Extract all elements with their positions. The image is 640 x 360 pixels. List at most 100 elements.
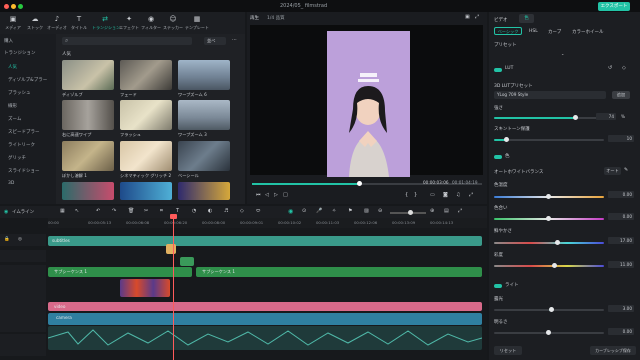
sidebar-item-brush[interactable]: ブラッシュ [8,90,31,96]
audio-mix-icon[interactable]: ♬ [224,208,228,214]
track-head-video[interactable] [0,300,46,312]
sidebar-item-3d[interactable]: 3D [8,181,14,186]
display-icon[interactable]: ▭ [430,192,435,198]
track-head-sequence[interactable] [0,265,46,279]
time-ruler[interactable]: 00:00 00:00:05:13 00:00:06:08 00:00:06:2… [48,218,487,228]
vibrance-slider[interactable] [494,242,604,244]
tool-sticker[interactable]: ☺ ステッカー [162,14,184,34]
light-toggle[interactable] [494,284,502,288]
more-icon[interactable]: ⋯ [232,37,237,43]
transition-thumb-warp-zoom-3[interactable] [178,100,230,130]
tab-video[interactable]: ビデオ [494,17,508,23]
vibrance-knob[interactable] [555,240,560,245]
brightness-knob[interactable] [546,330,551,335]
expand-icon[interactable]: ⤢ [475,14,479,20]
video-clip[interactable] [48,302,482,311]
sidebar-item-dissolve[interactable]: ディゾルブ&ブラー [8,77,47,83]
sequence-clip-2[interactable] [196,267,482,277]
image-icon[interactable]: ▨ [364,208,369,214]
eye-icon[interactable]: ◎ [18,237,22,242]
crop-icon[interactable]: ⌗ [160,208,163,214]
sidebar-item-speed-blur[interactable]: スピードブラー [8,129,40,135]
playhead[interactable] [173,216,174,360]
sidebar-item-popular[interactable]: 人気 [8,64,17,70]
lut-add-button[interactable]: 追加 [612,91,630,99]
camera-clip[interactable] [48,313,482,325]
layout-icon[interactable]: ▤ [444,208,449,214]
sidebar-item-glitch[interactable]: グリッチ [8,155,26,161]
transition-thumb-row4-c[interactable] [178,182,230,200]
camera-icon[interactable]: ◙ [443,192,448,198]
track-head-audio-fx[interactable] [0,278,46,300]
transition-thumb-fast-wipe[interactable] [62,100,114,130]
transition-thumb-cinematic-glitch[interactable] [120,141,172,171]
exposure-value[interactable]: 3.00 [608,305,634,312]
speed-icon[interactable]: ◔ [192,208,196,214]
tint-knob[interactable] [546,216,551,221]
subtab-hsl[interactable]: HSL [529,29,538,34]
fullscreen-icon[interactable]: ⤢ [469,192,473,198]
fit-icon[interactable]: ⤢ [458,208,462,214]
rewind-icon[interactable]: ◁ [265,192,269,198]
keyframe-icon[interactable]: ◇ [622,65,626,71]
exposure-knob[interactable] [549,307,554,312]
sidebar-item-light-leak[interactable]: ライトリーク [8,142,35,148]
subtab-basic[interactable]: ベーシック [494,27,522,35]
reset-button[interactable]: リセット [494,346,522,355]
render-icon[interactable]: ◉ [288,208,293,215]
keyframe-tool-icon[interactable]: ◇ [240,208,244,214]
zoom-in-icon[interactable]: ⊕ [430,208,434,214]
transition-thumb-fade[interactable] [120,60,172,90]
lut-toggle[interactable] [494,68,502,72]
tool-transition[interactable]: ⇄ トランジション [92,14,120,34]
tool-media[interactable]: ▣ メディア [2,14,24,34]
tool-stock[interactable]: ☁ ストック [24,14,46,34]
color-match-icon[interactable]: ◐ [208,208,212,214]
zoom-slider[interactable] [390,210,426,215]
preview-tab[interactable]: 再生 [250,15,259,21]
tool-template[interactable]: ▦ テンプレート [184,14,210,34]
brightness-value[interactable]: 0.00 [608,328,634,335]
lut-select[interactable]: YLog 709 Style [494,91,606,99]
tool-audio[interactable]: ♪ オーディオ [46,14,68,34]
mask-icon[interactable]: ⬭ [256,208,260,214]
sort-dropdown[interactable]: 並べ [204,37,226,45]
temperature-knob[interactable] [546,194,551,199]
tab-color[interactable]: 色 [519,14,534,23]
prev-frame-icon[interactable]: ⏮ [256,192,261,198]
subtitles-clip[interactable] [48,236,482,246]
sidebar-item-slideshow[interactable]: スライドショー [8,168,40,174]
snap-icon[interactable]: ⊙ [302,208,306,214]
temperature-value[interactable]: 0.00 [608,191,634,198]
tool-effect[interactable]: ✦ エフェクト [118,14,140,34]
transition-thumb-warp-zoom-6[interactable] [178,60,230,90]
transition-thumb-dissolve[interactable] [62,60,114,90]
track-head-camera[interactable] [0,312,46,332]
mark-in-icon[interactable]: { [405,192,408,198]
sidebar-item-purchased[interactable]: 購入 [4,38,13,44]
saturation-value[interactable]: 11.00 [608,261,634,268]
auto-white-balance-button[interactable]: オート [604,167,621,175]
eyedropper-icon[interactable]: ✎ [624,167,628,173]
tint-value[interactable]: 0.00 [608,213,634,220]
timeline-tab-icon[interactable]: ◉ [4,209,8,215]
minimize-window-button[interactable] [11,4,16,9]
redo-icon[interactable]: ↷ [112,208,116,214]
saturation-slider[interactable] [494,265,604,267]
volume-icon[interactable]: ♫ [456,192,460,198]
undo-icon[interactable]: ↶ [96,208,100,214]
play-icon[interactable]: ▷ [274,192,278,198]
strength-value[interactable]: 74 [596,113,616,120]
transition-thumb-blur-dissolve[interactable] [62,141,114,171]
track-head-subtitles[interactable]: 🔒 ◎ [0,234,46,246]
select-icon[interactable]: ↖ [75,208,79,214]
transition-thumb-flash[interactable] [120,100,172,130]
search-input[interactable]: ⌕ [62,37,192,45]
color-toggle[interactable] [494,155,502,159]
subtab-curves[interactable]: カーブ [548,29,561,35]
playhead-handle[interactable] [170,214,177,219]
chevron-down-icon[interactable]: ⌄ [561,51,564,56]
stop-icon[interactable]: □ [283,192,288,198]
text-icon[interactable]: T [176,208,179,214]
export-button[interactable]: エクスポート [598,2,630,11]
